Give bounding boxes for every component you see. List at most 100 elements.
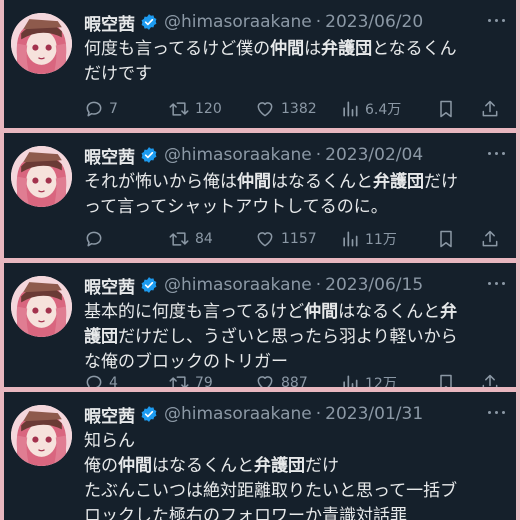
tweet-card[interactable]: 暇空茜 @himasoraakane · 2023/01/31 知らん 俺の仲間… — [4, 392, 516, 520]
text-segment-bold: 仲間 — [237, 172, 271, 192]
tweet-header: 暇空茜 @himasoraakane · 2023/02/04 — [84, 141, 423, 169]
separator-dot: · — [315, 275, 322, 295]
more-dots-icon[interactable] — [484, 10, 508, 30]
text-segment-bold: 弁護団 — [254, 456, 305, 476]
text-segment: だけ — [305, 456, 339, 476]
views-button[interactable]: 12万 — [340, 373, 436, 387]
user-handle[interactable]: @himasoraakane — [164, 12, 312, 32]
heart-icon — [257, 376, 273, 387]
text-segment: だけです — [84, 64, 152, 84]
bookmark-button[interactable] — [436, 372, 480, 387]
user-handle[interactable]: @himasoraakane — [164, 404, 312, 424]
text-segment: はなるくんと — [338, 302, 441, 322]
share-button[interactable] — [480, 372, 504, 387]
user-handle[interactable]: @himasoraakane — [164, 145, 312, 165]
bar-chart-icon — [343, 231, 358, 247]
retweet-button[interactable]: 79 — [168, 373, 254, 387]
verified-badge-icon — [140, 146, 158, 164]
tweet-date[interactable]: 2023/06/15 — [325, 275, 423, 295]
bookmark-button[interactable] — [436, 228, 480, 250]
retweet-count: 120 — [195, 101, 222, 117]
share-upload-icon — [482, 100, 498, 117]
retweet-button[interactable]: 120 — [168, 99, 254, 119]
text-segment: な俺のブロックのトリガー — [84, 352, 288, 372]
bar-chart-icon — [343, 375, 358, 387]
display-name[interactable]: 暇空茜 — [84, 273, 135, 298]
display-name[interactable]: 暇空茜 — [84, 10, 135, 35]
tweet-header: 暇空茜 @himasoraakane · 2023/06/15 — [84, 271, 423, 299]
tweet-line: 護団だけだし、うざいと思ったら羽より軽いから — [84, 325, 504, 350]
tweet-text: 何度も言ってるけど僕の仲間は弁護団となるくん だけです — [84, 37, 504, 87]
views-button[interactable]: 11万 — [340, 229, 436, 249]
text-segment: それが怖いから俺は — [84, 172, 237, 192]
bookmark-icon — [440, 374, 452, 387]
tweet-header: 暇空茜 @himasoraakane · 2023/01/31 — [84, 400, 423, 428]
verified-badge-icon — [140, 405, 158, 423]
more-dots-icon[interactable] — [484, 402, 508, 422]
text-segment-bold: 弁護団 — [321, 39, 373, 59]
text-segment: 何度も言ってるけど僕の — [84, 39, 271, 59]
text-segment: はなるくんと — [271, 172, 373, 192]
text-segment: ロックした極右のフォロワーか青識対話罪 — [84, 506, 407, 520]
text-segment: だけ — [424, 172, 458, 192]
retweet-icon — [169, 232, 189, 246]
like-count: 1382 — [281, 101, 317, 117]
reply-count: 4 — [109, 375, 118, 387]
like-button[interactable]: 1382 — [254, 99, 340, 119]
tweet-line: 知らん — [84, 429, 504, 454]
reply-bubble-icon — [86, 231, 102, 247]
more-dots-icon[interactable] — [484, 273, 508, 293]
heart-icon — [257, 232, 273, 247]
tweet-line: 基本的に何度も言ってるけど仲間はなるくんと弁 — [84, 300, 504, 325]
retweet-count: 84 — [195, 231, 213, 247]
separator-dot: · — [315, 145, 322, 165]
display-name[interactable]: 暇空茜 — [84, 143, 135, 168]
text-segment-bold: 弁護団 — [373, 172, 424, 192]
tweet-text: 知らん 俺の仲間はなるくんと弁護団だけ たぶんこいつは絶対距離取りたいと思って一… — [84, 429, 504, 520]
text-segment: 俺の — [84, 456, 118, 476]
retweet-button[interactable]: 84 — [168, 229, 254, 249]
views-button[interactable]: 6.4万 — [340, 99, 436, 119]
user-handle[interactable]: @himasoraakane — [164, 275, 312, 295]
text-segment-bold: 仲間 — [118, 456, 152, 476]
share-button[interactable] — [480, 98, 504, 120]
tweet-card[interactable]: 暇空茜 @himasoraakane · 2023/02/04 それが怖いから俺… — [4, 133, 516, 258]
tweet-date[interactable]: 2023/02/04 — [325, 145, 423, 165]
bookmark-icon — [440, 230, 452, 248]
tweet-line: それが怖いから俺は仲間はなるくんと弁護団だけ — [84, 170, 504, 195]
retweet-icon — [169, 102, 189, 116]
like-button[interactable]: 887 — [254, 373, 340, 387]
tweet-card[interactable]: 暇空茜 @himasoraakane · 2023/06/20 何度も言ってるけ… — [4, 0, 516, 128]
avatar[interactable] — [11, 276, 72, 337]
reply-count: 7 — [109, 101, 118, 117]
retweet-count: 79 — [195, 375, 213, 387]
reply-bubble-icon — [86, 101, 102, 117]
more-dots-icon[interactable] — [484, 143, 508, 163]
like-count: 887 — [281, 375, 308, 387]
tweet-text: それが怖いから俺は仲間はなるくんと弁護団だけ って言ってシャットアウトしてるのに… — [84, 170, 504, 220]
share-upload-icon — [482, 230, 498, 247]
tweet-date[interactable]: 2023/01/31 — [325, 404, 423, 424]
reply-button[interactable] — [84, 229, 168, 249]
avatar[interactable] — [11, 405, 72, 466]
reply-button[interactable]: 4 — [84, 373, 168, 387]
text-segment: 基本的に何度も言ってるけど — [84, 302, 305, 322]
bar-chart-icon — [343, 101, 358, 117]
tweet-line: たぶんこいつは絶対距離取りたいと思って一括ブ — [84, 479, 504, 504]
avatar[interactable] — [11, 146, 72, 207]
tweet-actions: 4 79 887 12万 — [84, 370, 508, 387]
text-segment: となるくん — [372, 39, 457, 59]
share-button[interactable] — [480, 228, 504, 250]
bookmark-button[interactable] — [436, 98, 480, 120]
avatar[interactable] — [11, 13, 72, 74]
separator-dot: · — [315, 404, 322, 424]
reply-button[interactable]: 7 — [84, 99, 168, 119]
like-button[interactable]: 1157 — [254, 229, 340, 249]
tweet-line: 何度も言ってるけど僕の仲間は弁護団となるくん — [84, 37, 504, 62]
view-count: 11万 — [365, 232, 397, 248]
text-segment-bold: 護団 — [84, 327, 118, 347]
display-name[interactable]: 暇空茜 — [84, 402, 135, 427]
reply-bubble-icon — [86, 375, 102, 387]
tweet-card[interactable]: 暇空茜 @himasoraakane · 2023/06/15 基本的に何度も言… — [4, 263, 516, 387]
tweet-date[interactable]: 2023/06/20 — [325, 12, 423, 32]
